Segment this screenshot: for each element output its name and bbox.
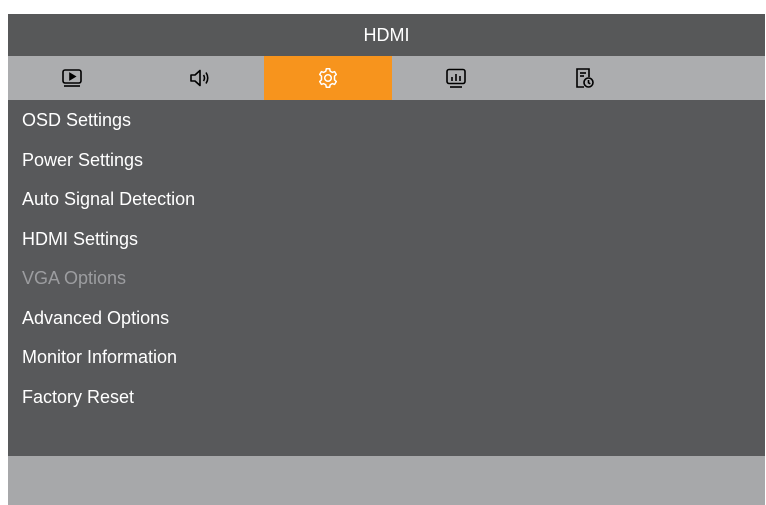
- menu-item-advanced-options[interactable]: Advanced Options: [22, 298, 169, 338]
- play-icon: [62, 69, 82, 87]
- title-bar: HDMI: [8, 14, 765, 56]
- menu-item-osd-settings[interactable]: OSD Settings: [22, 100, 131, 140]
- menu-item-auto-signal-detection[interactable]: Auto Signal Detection: [22, 179, 195, 219]
- menu-item-factory-reset[interactable]: Factory Reset: [22, 377, 134, 417]
- menu-item-monitor-information[interactable]: Monitor Information: [22, 337, 177, 377]
- osd-menu: HDMI OSD Settings Power Settings Auto Si…: [8, 14, 765, 505]
- monitor-icon: [446, 68, 466, 88]
- tab-schedule[interactable]: [520, 56, 648, 100]
- footer-bar: [8, 456, 765, 505]
- input-source-title: HDMI: [363, 24, 410, 45]
- menu-item-vga-options: VGA Options: [22, 268, 127, 288]
- speaker-icon: [190, 69, 209, 87]
- tab-picture[interactable]: [8, 56, 136, 100]
- document-clock-icon: [576, 68, 594, 88]
- settings-menu-list: OSD Settings Power Settings Auto Signal De…: [8, 100, 765, 456]
- gear-icon: [318, 68, 338, 88]
- tab-settings[interactable]: [264, 56, 392, 100]
- category-tab-bar: [8, 56, 765, 100]
- menu-item-hdmi-settings[interactable]: HDMI Settings: [22, 219, 138, 259]
- menu-item-power-settings[interactable]: Power Settings: [22, 140, 143, 180]
- tab-audio[interactable]: [136, 56, 264, 100]
- tab-display[interactable]: [392, 56, 520, 100]
